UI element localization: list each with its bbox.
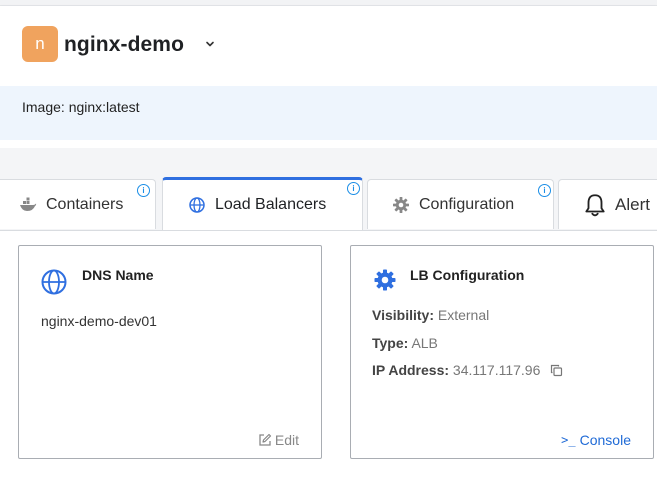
ip-address-label: IP Address: [372,362,450,378]
lb-config-card: LB Configuration Visibility: External Ty… [350,245,654,459]
card-title: LB Configuration [410,267,525,283]
console-label: Console [579,432,631,448]
type-row: Type: ALB [372,335,438,351]
globe-icon [189,197,205,213]
ip-address-value: 34.117.117.96 [452,362,541,378]
docker-icon [20,197,37,211]
card-title: DNS Name [82,267,154,283]
edit-button[interactable]: Edit [258,432,299,448]
tab-containers[interactable]: Containers i [0,179,156,229]
image-info-bar: Image: nginx:latest [0,86,657,140]
terminal-icon: >_ [561,433,576,447]
tab-label: Configuration [419,195,515,213]
visibility-value: External [437,307,490,323]
info-icon[interactable]: i [538,184,551,197]
spacer [0,148,657,180]
type-value: ALB [411,335,438,351]
info-icon[interactable]: i [347,182,360,195]
gear-icon [393,196,409,213]
tab-label: Load Balancers [215,196,327,213]
edit-icon [259,433,271,446]
app-name[interactable]: nginx-demo [64,33,184,57]
edit-label: Edit [274,432,299,448]
tab-alert[interactable]: Alert [558,179,657,229]
globe-icon [41,269,67,295]
console-button[interactable]: >_ Console [561,432,631,448]
dns-name-value: nginx-demo-dev01 [41,313,157,329]
tab-bar: Containers i Load Balancers i Configurat… [0,177,657,231]
dns-card: DNS Name nginx-demo-dev01 Edit [18,245,322,459]
ip-address-row: IP Address: 34.117.117.96 [372,362,563,378]
visibility-row: Visibility: External [372,307,489,323]
chevron-down-icon[interactable] [204,38,216,50]
info-icon[interactable]: i [137,184,150,197]
tab-configuration[interactable]: Configuration i [367,179,554,229]
visibility-label: Visibility: [372,307,434,323]
type-label: Type: [372,335,409,351]
tab-load-balancers[interactable]: Load Balancers i [162,177,363,230]
tab-label: Containers [46,195,124,213]
tab-label: Alert [615,194,650,214]
app-header: n nginx-demo Image: nginx:latest [0,6,657,148]
bell-icon [585,193,605,216]
app-avatar: n [22,26,58,62]
copy-icon[interactable] [550,364,563,377]
gear-icon [374,269,396,291]
image-label: Image: nginx:latest [22,99,140,115]
